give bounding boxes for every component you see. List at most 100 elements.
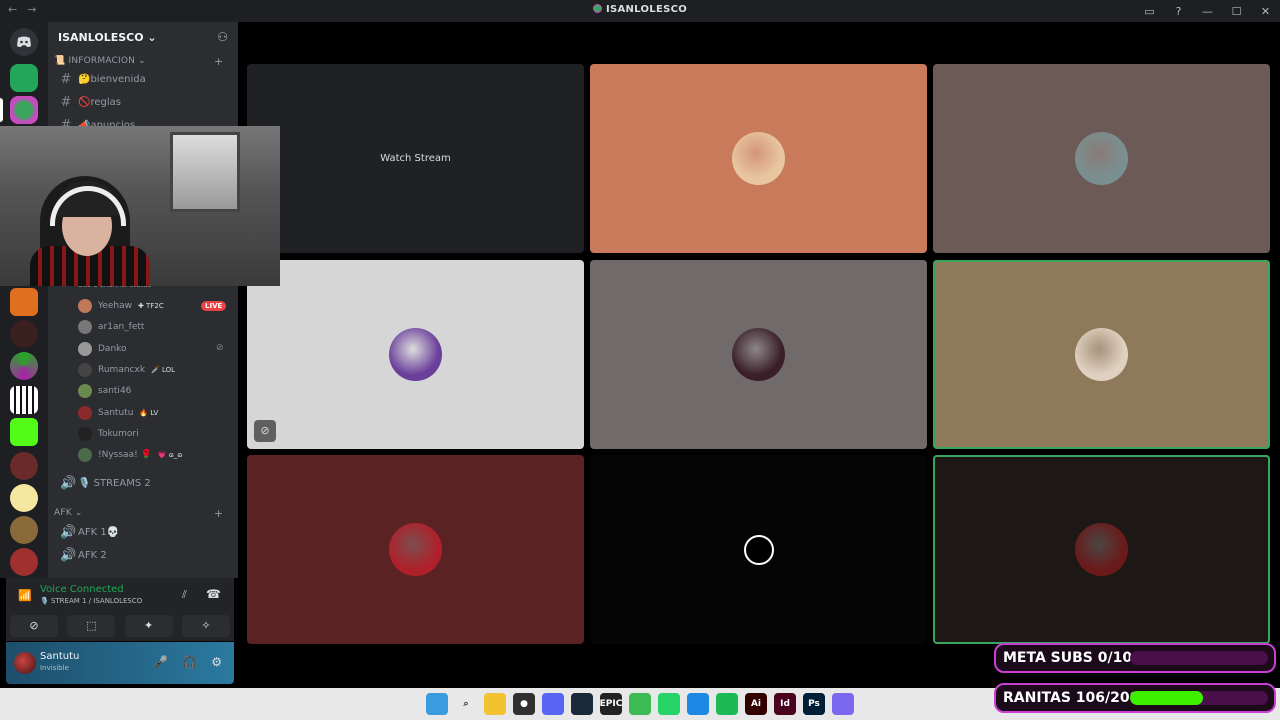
taskbar-start-icon[interactable] [426, 693, 448, 715]
channel-name: 🎙️ STREAMS 2 [78, 478, 151, 489]
maximize-button[interactable]: ☐ [1222, 5, 1251, 18]
server-icon-piano[interactable] [10, 386, 38, 414]
avatar[interactable] [14, 652, 36, 674]
server-icon-isanlolesco[interactable] [10, 96, 38, 124]
title-bar: ← → ISANLOLESCO ▭ ? — ☐ ✕ [0, 0, 1280, 22]
username[interactable]: Santutu [40, 651, 79, 662]
participant-tile[interactable] [590, 260, 927, 449]
minimize-button[interactable]: — [1193, 5, 1222, 18]
category-afk[interactable]: AFK ⌄ + [54, 507, 223, 520]
participant-tile[interactable] [590, 455, 927, 644]
live-badge[interactable]: LIVE [201, 301, 227, 311]
voice-channel-streams2[interactable]: 🔊 🎙️ STREAMS 2 [60, 476, 151, 491]
camera-off-button[interactable]: ⊘ [10, 615, 58, 637]
avatar [743, 534, 774, 565]
help-icon[interactable]: ? [1164, 5, 1193, 18]
hash-icon: # [60, 95, 72, 110]
voice-user-row[interactable]: Rumancxk 🗡️ LOL [78, 361, 175, 379]
taskbar-search-icon[interactable]: ⌕ [455, 693, 477, 715]
taskbar-illustrator-icon[interactable]: Ai [745, 693, 767, 715]
voice-user-row[interactable]: ar1an_fett [78, 318, 150, 336]
voice-user-tag: ✚ TF2C [137, 302, 164, 310]
voice-channel-afk2[interactable]: 🔊 AFK 2 [60, 548, 107, 563]
taskbar-photoshop-icon[interactable]: Ps [803, 693, 825, 715]
server-icon-anime[interactable] [10, 484, 38, 512]
taskbar-whatsapp-icon[interactable] [658, 693, 680, 715]
window-title-text: ISANLOLESCO [605, 4, 688, 15]
close-button[interactable]: ✕ [1251, 5, 1280, 18]
taskbar-discord-icon[interactable] [542, 693, 564, 715]
participant-tile[interactable]: ⊘ [247, 260, 584, 449]
taskbar-chrome-icon[interactable] [629, 693, 651, 715]
webcam-overlay [0, 126, 280, 286]
server-icon-swirl[interactable] [10, 352, 38, 380]
voice-channel-path[interactable]: 🎙️ STREAM 1 / ISANLOLESCO [40, 597, 142, 605]
inbox-icon[interactable]: ▭ [1135, 5, 1164, 18]
soundboard-button[interactable]: ✧ [181, 615, 230, 637]
person-add-icon[interactable]: ⚇ [217, 30, 228, 44]
goal-progress-bar [1130, 691, 1268, 705]
noise-suppression-icon[interactable]: ⫽ [182, 588, 187, 602]
participant-tile[interactable] [933, 64, 1270, 253]
server-header[interactable]: ISANLOLESCO ⌄ ⚇ [48, 22, 238, 52]
add-channel-icon[interactable]: + [214, 55, 223, 68]
server-icon-kick[interactable] [10, 418, 38, 446]
watch-stream-button[interactable]: Watch Stream [370, 147, 461, 170]
goal-label: META SUBS 0/10 [1003, 650, 1133, 666]
voice-user-row[interactable]: santi46 [78, 382, 137, 400]
disconnect-icon[interactable]: ☎ [206, 587, 221, 601]
category-informacion[interactable]: 📜 INFORMACION ⌄ + [54, 55, 223, 68]
avatar [78, 426, 92, 441]
taskbar-steam-icon[interactable] [571, 693, 593, 715]
server-icon-orange[interactable] [10, 288, 38, 316]
headset-icon[interactable]: 🎧 [182, 655, 197, 669]
category-label: AFK ⌄ [54, 508, 83, 518]
voice-user-tag: 🗡️ LOL [151, 365, 176, 374]
taskbar-obs-icon[interactable]: ● [513, 693, 535, 715]
server-icon-red2[interactable] [10, 548, 38, 576]
discord-home-icon[interactable] [10, 28, 38, 56]
voice-channel-afk1[interactable]: 🔊 AFK 1💀 [60, 525, 119, 540]
speaker-icon: 🔊 [60, 525, 77, 540]
avatar [78, 362, 92, 377]
channel-name: AFK 2 [78, 550, 107, 561]
activities-button[interactable]: ✦ [124, 615, 173, 637]
voice-user-row[interactable]: Tokumori [78, 425, 145, 443]
category-label: 📜 INFORMACION ⌄ [54, 56, 146, 66]
taskbar-epic-icon[interactable]: EPIC [600, 693, 622, 715]
settings-gear-icon[interactable]: ⚙ [211, 655, 222, 669]
taskbar-files-icon[interactable] [484, 693, 506, 715]
participant-tile[interactable] [590, 64, 927, 253]
stream-tile[interactable]: Watch Stream [247, 64, 584, 253]
participant-tile[interactable] [247, 455, 584, 644]
add-channel-icon[interactable]: + [214, 507, 223, 520]
goal-label: RANITAS 106/200 [1003, 690, 1140, 706]
voice-user-row[interactable]: !Nyssaa! 🌹 💗 ɷ_ɷ [78, 446, 182, 464]
channel-reglas[interactable]: # 🚫reglas [60, 95, 121, 110]
share-screen-button[interactable]: ⬚ [67, 615, 116, 637]
taskbar-indesign-icon[interactable]: Id [774, 693, 796, 715]
voice-user-row[interactable]: Yeehaw ✚ TF2C [78, 297, 164, 315]
taskbar-spotify-icon[interactable] [716, 693, 738, 715]
participant-tile[interactable] [933, 455, 1270, 644]
server-icon-red[interactable] [10, 452, 38, 480]
channel-bienvenida[interactable]: # 🤔bienvenida [60, 72, 146, 87]
server-rail [0, 22, 48, 578]
participant-tile[interactable] [933, 260, 1270, 449]
server-icon-green2[interactable] [10, 516, 38, 544]
goal-meta-subs: META SUBS 0/10 [994, 643, 1276, 673]
voice-user-row[interactable]: Danko [78, 340, 133, 358]
voice-user-tag: 🔥 LV [139, 408, 159, 417]
taskbar-app-icon[interactable] [832, 693, 854, 715]
avatar [78, 448, 92, 463]
avatar [78, 299, 92, 313]
taskbar-edge-icon[interactable] [687, 693, 709, 715]
voice-user-name: Rumancxk [98, 364, 146, 375]
goal-progress-bar [1130, 651, 1268, 665]
microphone-icon[interactable]: 🎤 [153, 655, 168, 669]
server-icon-green[interactable] [10, 64, 38, 92]
server-icon-dark[interactable] [10, 320, 38, 348]
voice-user-row[interactable]: Santutu 🔥 LV [78, 404, 158, 422]
avatar [1075, 132, 1128, 185]
server-icon [592, 4, 602, 13]
